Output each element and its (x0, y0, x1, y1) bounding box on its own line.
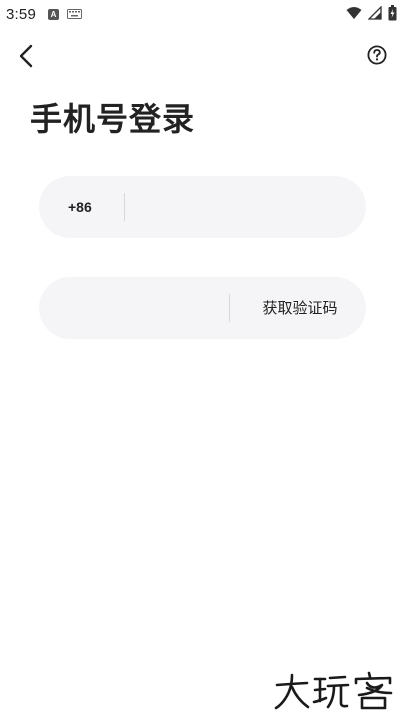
get-code-button[interactable]: 获取验证码 (245, 277, 355, 339)
phone-input[interactable] (137, 176, 347, 238)
chevron-left-icon (19, 44, 33, 68)
a-notification-icon: A (48, 8, 59, 20)
status-time: 3:59 (6, 5, 36, 23)
phone-divider (124, 193, 125, 221)
app-bar (0, 36, 405, 76)
status-notifications: A (48, 8, 82, 20)
code-divider (229, 294, 230, 322)
battery-icon (388, 5, 397, 21)
signal-icon (368, 6, 382, 20)
question-circle-icon (367, 45, 387, 65)
country-code[interactable]: +86 (68, 176, 92, 238)
page-title: 手机号登录 (30, 100, 196, 138)
keyboard-notification-icon (67, 9, 82, 19)
phone-field[interactable]: +86 (39, 176, 366, 238)
verification-code-input[interactable] (63, 277, 223, 339)
status-bar: 3:59 A (0, 0, 405, 28)
watermark-logo (274, 671, 393, 710)
help-button[interactable] (365, 43, 389, 67)
back-button[interactable] (12, 42, 40, 70)
wifi-icon (346, 7, 362, 19)
verification-code-field[interactable]: 获取验证码 (39, 277, 366, 339)
status-system-icons (346, 5, 397, 21)
